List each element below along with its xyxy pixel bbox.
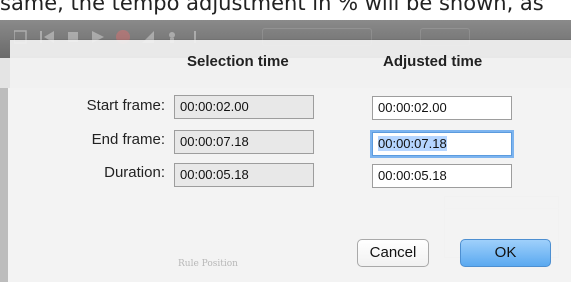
start-frame-label: Start frame: — [86, 97, 165, 114]
end-frame-selection-field: 00:00:07.18 — [174, 130, 314, 154]
mic-icon — [169, 32, 175, 38]
duration-adjusted-field[interactable]: 00:00:05.18 — [372, 164, 512, 188]
background-caption: Rule Position — [178, 259, 238, 269]
background-document-text: same, the tempo adjustment in % will be … — [0, 0, 544, 15]
selected-text: 00:00:07.18 — [378, 136, 447, 151]
ok-button[interactable]: OK — [460, 239, 551, 267]
duration-label: Duration: — [104, 164, 165, 181]
selection-time-header: Selection time — [187, 53, 289, 70]
background-document: same, the tempo adjustment in % will be … — [0, 0, 571, 20]
background-side-panel — [0, 88, 8, 282]
end-frame-adjusted-field[interactable]: 00:00:07.18 — [372, 132, 512, 156]
duration-selection-field: 00:00:05.18 — [174, 163, 314, 187]
start-frame-adjusted-field[interactable]: 00:00:02.00 — [372, 96, 512, 120]
adjusted-time-header: Adjusted time — [383, 53, 483, 70]
end-frame-label: End frame: — [91, 131, 165, 148]
start-frame-selection-field: 00:00:02.00 — [174, 95, 314, 119]
cancel-button[interactable]: Cancel — [357, 239, 429, 267]
